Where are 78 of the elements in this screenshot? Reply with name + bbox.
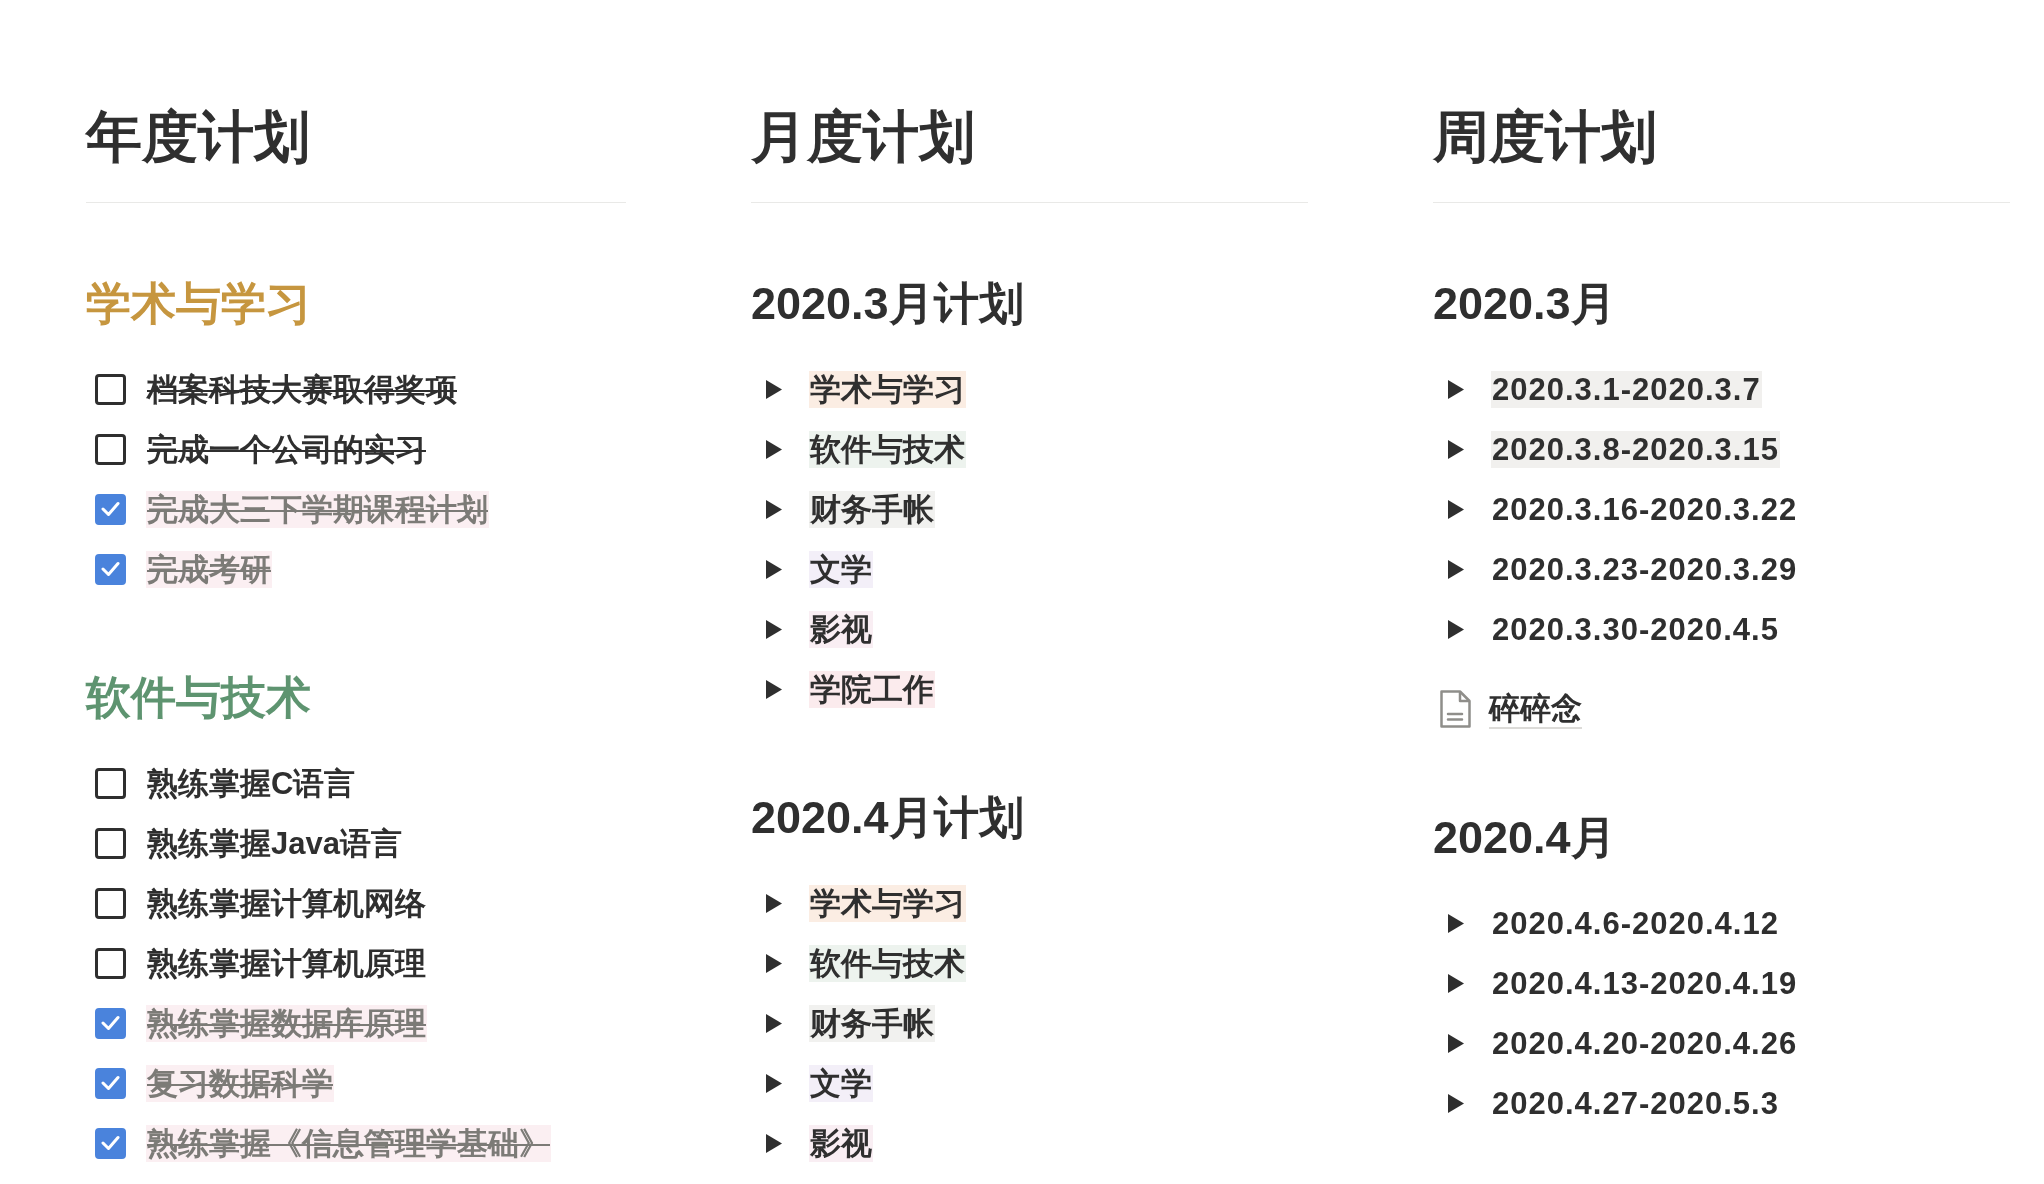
- check-icon: [101, 1015, 120, 1031]
- check-icon: [101, 561, 120, 577]
- column-heading: 年度计划: [86, 104, 311, 170]
- section-heading: 学术与学习: [86, 277, 312, 331]
- caret-icon[interactable]: [1448, 499, 1464, 519]
- checkbox[interactable]: [95, 1127, 126, 1159]
- caret-icon[interactable]: [1448, 439, 1464, 459]
- todo-text: 档案科技大赛取得奖项: [146, 370, 458, 408]
- checkbox[interactable]: [95, 767, 126, 799]
- toggle-text: 2020.3.30-2020.4.5: [1491, 610, 1780, 648]
- toggle-text: 财务手帐: [809, 1004, 935, 1042]
- toggle-text: 财务手帐: [809, 490, 935, 528]
- todo-text: 熟练掌握计算机原理: [146, 944, 427, 982]
- checkbox[interactable]: [95, 1067, 126, 1099]
- page-link[interactable]: 碎碎念: [1489, 689, 1582, 729]
- todo-text: 熟练掌握计算机网络: [146, 884, 427, 922]
- toggle-text: 影视: [809, 1124, 873, 1162]
- caret-icon[interactable]: [766, 1133, 782, 1153]
- checkbox[interactable]: [95, 947, 126, 979]
- todo-text: 熟练掌握C语言: [146, 764, 357, 802]
- caret-icon[interactable]: [1448, 1093, 1464, 1113]
- toggle-text: 2020.4.27-2020.5.3: [1491, 1084, 1780, 1122]
- document-icon: [1440, 690, 1471, 728]
- todo-text: 熟练掌握数据库原理: [146, 1004, 427, 1042]
- checkbox[interactable]: [95, 887, 126, 919]
- check-icon: [101, 501, 120, 517]
- toggle-text: 2020.3.8-2020.3.15: [1491, 430, 1780, 468]
- todo-text: 完成大三下学期课程计划: [146, 490, 489, 528]
- toggle-text: 学术与学习: [809, 884, 966, 922]
- toggle-text: 学院工作: [809, 670, 935, 708]
- column-heading: 月度计划: [751, 104, 976, 170]
- caret-icon[interactable]: [1448, 619, 1464, 639]
- caret-icon[interactable]: [766, 953, 782, 973]
- checkbox[interactable]: [95, 433, 126, 465]
- caret-icon[interactable]: [766, 379, 782, 399]
- checkbox[interactable]: [95, 493, 126, 525]
- toggle-text: 影视: [809, 610, 873, 648]
- check-icon: [101, 1135, 120, 1151]
- caret-icon[interactable]: [766, 679, 782, 699]
- todo-text: 复习数据科学: [146, 1064, 334, 1102]
- checkbox[interactable]: [95, 1007, 126, 1039]
- caret-icon[interactable]: [766, 559, 782, 579]
- toggle-text: 2020.3.16-2020.3.22: [1491, 490, 1799, 528]
- toggle-text: 文学: [809, 550, 873, 588]
- section-heading: 软件与技术: [86, 671, 312, 725]
- toggle-text: 文学: [809, 1064, 873, 1102]
- section-heading: 2020.4月计划: [751, 791, 1025, 845]
- caret-icon[interactable]: [766, 893, 782, 913]
- toggle-text: 软件与技术: [809, 944, 966, 982]
- caret-icon[interactable]: [1448, 379, 1464, 399]
- toggle-text: 2020.4.6-2020.4.12: [1491, 904, 1780, 942]
- section-heading: 2020.4月: [1433, 811, 1617, 865]
- check-icon: [101, 1075, 120, 1091]
- toggle-text: 2020.4.13-2020.4.19: [1491, 964, 1799, 1002]
- caret-icon[interactable]: [766, 439, 782, 459]
- section-heading: 2020.3月计划: [751, 277, 1025, 331]
- checkbox[interactable]: [95, 827, 126, 859]
- toggle-text: 2020.3.1-2020.3.7: [1491, 370, 1762, 408]
- todo-text: 熟练掌握Java语言: [146, 824, 403, 862]
- caret-icon[interactable]: [1448, 913, 1464, 933]
- column-heading: 周度计划: [1433, 104, 1658, 170]
- caret-icon[interactable]: [766, 499, 782, 519]
- toggle-text: 软件与技术: [809, 430, 966, 468]
- todo-text: 完成一个公司的实习: [146, 430, 427, 468]
- checkbox[interactable]: [95, 373, 126, 405]
- toggle-text: 学术与学习: [809, 370, 966, 408]
- caret-icon[interactable]: [1448, 1033, 1464, 1053]
- todo-text: 完成考研: [146, 550, 272, 588]
- caret-icon[interactable]: [766, 1073, 782, 1093]
- section-heading: 2020.3月: [1433, 277, 1617, 331]
- checkbox[interactable]: [95, 553, 126, 585]
- caret-icon[interactable]: [766, 1013, 782, 1033]
- toggle-text: 2020.3.23-2020.3.29: [1491, 550, 1799, 588]
- caret-icon[interactable]: [1448, 559, 1464, 579]
- caret-icon[interactable]: [1448, 973, 1464, 993]
- toggle-text: 2020.4.20-2020.4.26: [1491, 1024, 1799, 1062]
- todo-text: 熟练掌握《信息管理学基础》: [146, 1124, 551, 1162]
- caret-icon[interactable]: [766, 619, 782, 639]
